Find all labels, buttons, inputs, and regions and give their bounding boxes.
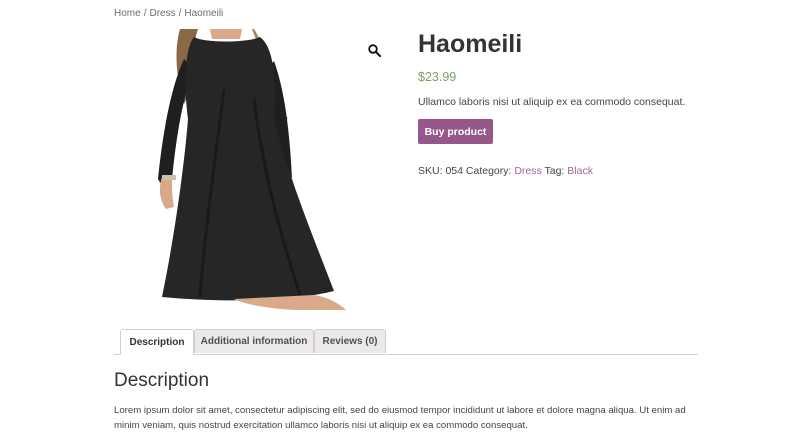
tag-link[interactable]: Black <box>567 165 593 177</box>
breadcrumb-home-link[interactable]: Home <box>114 8 141 19</box>
sku-value: 054 <box>445 165 463 177</box>
breadcrumb: Home / Dress / Haomeili <box>114 8 223 19</box>
breadcrumb-separator: / <box>143 8 147 19</box>
breadcrumb-category-link[interactable]: Dress <box>149 8 175 19</box>
product-image[interactable] <box>114 29 390 310</box>
category-label: Category: <box>465 165 512 177</box>
buy-product-button[interactable]: Buy product <box>418 119 493 144</box>
description-body: Lorem ipsum dolor sit amet, consectetur … <box>114 405 686 431</box>
breadcrumb-current: Haomeili <box>184 8 224 19</box>
dress-photo <box>158 29 346 310</box>
product-short-description: Ullamco laboris nisi ut aliquip ex ea co… <box>418 96 686 108</box>
product-title: Haomeili <box>418 30 523 58</box>
product-price: $23.99 <box>418 70 457 84</box>
tag-label: Tag: <box>544 165 565 177</box>
tab-reviews[interactable]: Reviews (0) <box>314 329 386 353</box>
product-tabs: Description Additional information Revie… <box>114 329 698 355</box>
tab-additional-information[interactable]: Additional information <box>194 329 314 353</box>
sku-label: SKU: <box>418 165 443 177</box>
breadcrumb-separator: / <box>178 8 182 19</box>
category-link[interactable]: Dress <box>514 165 541 177</box>
magnifier-icon <box>367 43 381 57</box>
product-meta: SKU: 054 Category: Dress Tag: Black <box>418 165 593 177</box>
zoom-button[interactable] <box>364 40 384 60</box>
tab-description[interactable]: Description <box>120 329 194 355</box>
description-heading: Description <box>114 370 210 391</box>
